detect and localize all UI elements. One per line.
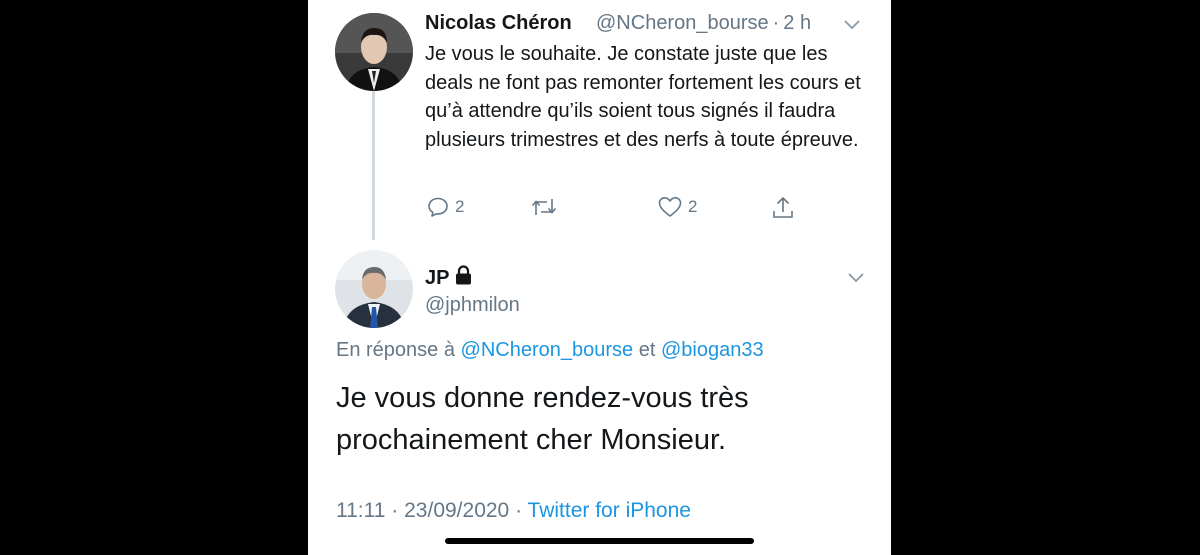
main-author-handle[interactable]: @jphmilon: [425, 294, 520, 317]
like-action[interactable]: 2: [657, 195, 697, 219]
home-indicator[interactable]: [445, 538, 754, 544]
chevron-down-icon[interactable]: [848, 270, 864, 288]
reply-time[interactable]: 2 h: [783, 12, 811, 34]
tweet-date: 23/09/2020: [404, 499, 510, 522]
reply-meta-separator: ·: [772, 12, 780, 34]
share-action[interactable]: [771, 195, 795, 221]
avatar-jp[interactable]: [335, 250, 413, 328]
reply-tweet-actions: 2 2: [425, 195, 885, 223]
like-count: 2: [688, 197, 698, 216]
reply-context: En réponse à @NCheron_bourse et @biogan3…: [336, 339, 764, 362]
tweet-meta: 11:11 · 23/09/2020 · Twitter for iPhone: [336, 499, 691, 523]
reply-and: et: [638, 339, 656, 361]
retweet-icon: [530, 195, 558, 219]
reply-to-link-ncheron[interactable]: @NCheron_bourse: [461, 339, 634, 361]
reply-prefix: En réponse à: [336, 339, 455, 361]
heart-icon: [657, 195, 683, 219]
reply-author-handle[interactable]: @NCheron_bourse: [596, 12, 769, 34]
chevron-down-icon[interactable]: [844, 17, 860, 35]
reply-action[interactable]: 2: [426, 195, 464, 219]
reply-to-link-biogan[interactable]: @biogan33: [661, 339, 764, 361]
thread-connector-line: [372, 90, 375, 240]
tweet-time: 11:11: [336, 499, 386, 522]
phone-screen: Nicolas Chéron @NCheron_bourse · 2 h Je vo…: [308, 0, 891, 555]
meta-separator: ·: [515, 499, 523, 522]
reply-author-meta: @NCheron_bourse · 2 h: [596, 12, 811, 35]
reply-count: 2: [455, 197, 465, 216]
reply-author-name[interactable]: Nicolas Chéron: [425, 12, 572, 35]
main-tweet-text: Je vous donne rendez-vous très prochaine…: [336, 382, 749, 456]
main-author-name-row: JP: [425, 265, 472, 291]
main-author-name[interactable]: JP: [425, 267, 449, 290]
meta-separator: ·: [391, 499, 399, 522]
lock-icon: [455, 265, 472, 291]
reply-tweet-text: Je vous le souhaite. Je constate juste q…: [425, 43, 861, 151]
share-icon: [771, 195, 795, 221]
retweet-action[interactable]: [530, 195, 558, 219]
avatar-nicolas-cheron[interactable]: [335, 13, 413, 91]
tweet-source-link[interactable]: Twitter for iPhone: [528, 499, 691, 522]
comment-icon: [426, 195, 450, 219]
